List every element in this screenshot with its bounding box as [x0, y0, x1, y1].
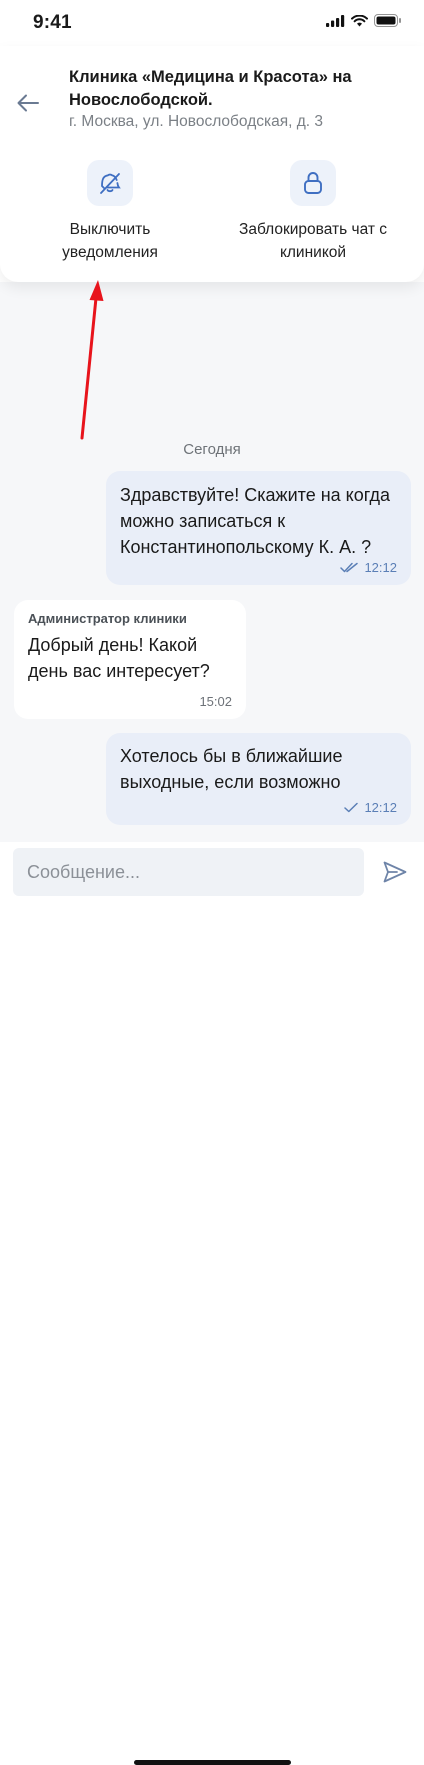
- message-bubble-outgoing[interactable]: Хотелось бы в ближайшие выходные, если в…: [106, 733, 411, 825]
- message-text: Здравствуйте! Скажите на когда можно зап…: [120, 485, 391, 557]
- bell-off-icon: [100, 173, 121, 194]
- message-meta: 15:02: [199, 694, 232, 709]
- battery-icon: [374, 14, 401, 27]
- clinic-name: Клиника «Медицина и Красота» на Новослоб…: [69, 68, 352, 109]
- message-bubble-outgoing[interactable]: Здравствуйте! Скажите на когда можно зап…: [106, 471, 411, 585]
- send-icon: [383, 861, 407, 883]
- block-chat-button[interactable]: Заблокировать чат с клиникой: [223, 160, 403, 264]
- back-button[interactable]: [12, 87, 44, 119]
- date-separator: Сегодня: [183, 441, 241, 458]
- send-button[interactable]: [378, 855, 412, 889]
- status-time: 9:41: [33, 12, 72, 33]
- message-text: Хотелось бы в ближайшие выходные, если в…: [120, 746, 343, 792]
- double-check-icon: [340, 562, 359, 573]
- mute-icon-box: [87, 160, 133, 206]
- status-icons: [326, 14, 402, 27]
- cellular-signal-icon: [326, 14, 345, 27]
- message-text: Добрый день! Какой день вас интересует?: [28, 635, 210, 681]
- message-sender: Администратор клиники: [28, 611, 187, 626]
- message-meta: 12:12: [340, 560, 397, 575]
- chat-messages[interactable]: Сегодня Здравствуйте! Скажите на когда м…: [0, 282, 424, 842]
- lock-icon: [304, 172, 322, 194]
- wifi-icon: [351, 14, 368, 26]
- chat-header: Клиника «Медицина и Красота» на Новослоб…: [0, 46, 424, 282]
- clinic-address: г. Москва, ул. Новослободская, д. 3: [69, 113, 324, 130]
- message-time: 12:12: [364, 560, 397, 575]
- message-input[interactable]: [13, 848, 364, 896]
- status-bar: 9:41: [0, 0, 424, 46]
- check-icon: [344, 802, 359, 813]
- message-time: 12:12: [364, 800, 397, 815]
- home-indicator: [134, 1760, 291, 1765]
- message-time: 15:02: [199, 694, 232, 709]
- message-bubble-incoming[interactable]: Администратор клиники Добрый день! Какой…: [14, 600, 246, 719]
- block-chat-label: Заблокировать чат с клиникой: [238, 221, 387, 261]
- mute-notifications-button[interactable]: Выключить уведомления: [20, 160, 200, 264]
- message-composer: [0, 842, 424, 1765]
- block-icon-box: [290, 160, 336, 206]
- back-arrow-icon: [17, 94, 39, 112]
- message-meta: 12:12: [344, 800, 397, 815]
- mute-notifications-label: Выключить уведомления: [62, 221, 158, 261]
